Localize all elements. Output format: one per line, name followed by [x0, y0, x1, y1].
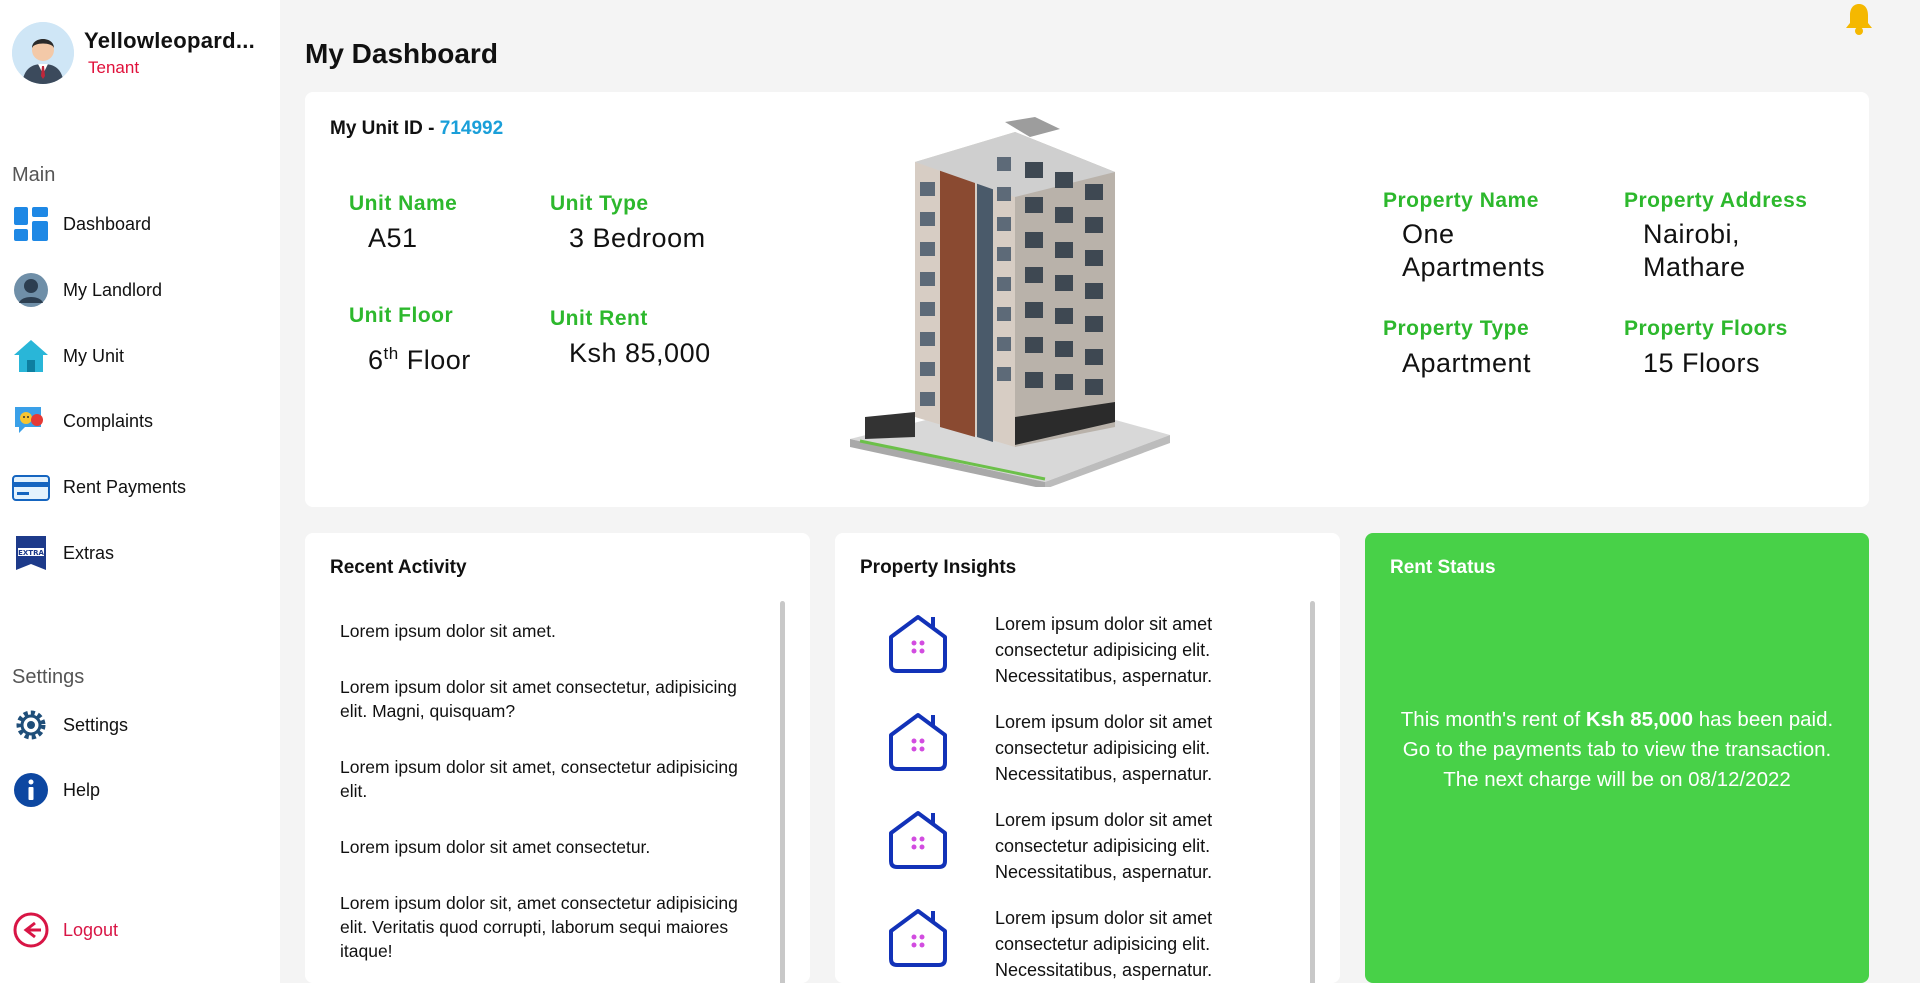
recent-activity-card: Recent Activity Lorem ipsum dolor sit am… [305, 533, 810, 983]
sidebar-item-dashboard[interactable]: Dashboard [12, 204, 151, 244]
property-floors-value: 15 Floors [1643, 348, 1761, 378]
property-insights-card: Property Insights Lorem ipsum dolor sit … [835, 533, 1340, 983]
sidebar: Yellowleopard... Tenant Main Dashboard M… [0, 0, 280, 983]
sidebar-item-help[interactable]: Help [12, 770, 100, 810]
gear-icon [12, 706, 50, 744]
home-icon [12, 337, 50, 375]
rent-amount: Ksh 85,000 [1585, 708, 1693, 731]
user-name: Yellowleopard... [84, 28, 256, 53]
rent-status-title: Rent Status [1390, 557, 1496, 578]
scrollbar[interactable] [1310, 601, 1315, 983]
unit-id: My Unit ID - 714992 [330, 118, 503, 140]
sidebar-item-label: Help [63, 779, 101, 800]
info-icon [12, 771, 50, 809]
credit-card-icon [12, 468, 50, 506]
logout-icon [12, 911, 50, 949]
property-address-value: Nairobi, Mathare [1643, 219, 1746, 282]
logout-button[interactable]: Logout [12, 910, 118, 950]
property-address-label: Property Address [1624, 189, 1808, 212]
unit-type-label: Unit Type [550, 192, 649, 215]
sidebar-item-label: Rent Payments [63, 476, 187, 497]
rent-status-message: This month's rent of Ksh 85,000 has been… [1400, 708, 1834, 791]
unit-name-value: A51 [368, 223, 418, 253]
insight-text: Lorem ipsum dolor sit amet consectetur a… [995, 712, 1213, 784]
property-name-value: One Apartments [1402, 219, 1546, 282]
bell-icon[interactable] [1844, 2, 1874, 36]
sidebar-item-label: Dashboard [63, 213, 152, 234]
list-item: Lorem ipsum dolor sit amet consectetur a… [885, 905, 1305, 983]
user-profile[interactable]: Yellowleopard... Tenant [12, 22, 255, 84]
house-icon [885, 611, 951, 677]
list-item: Lorem ipsum dolor sit amet consectetur a… [885, 709, 1305, 799]
property-type-label: Property Type [1383, 317, 1530, 340]
property-type-value: Apartment [1402, 348, 1532, 378]
sidebar-item-label: My Unit [63, 345, 125, 366]
sidebar-item-label: Extras [63, 542, 115, 563]
unit-type-value: 3 Bedroom [569, 223, 706, 253]
list-item: Lorem ipsum dolor sit amet consectetur. [340, 837, 651, 857]
property-insights-title: Property Insights [860, 557, 1017, 578]
list-item: Lorem ipsum dolor sit amet, consectetur … [340, 757, 738, 801]
unit-id-value[interactable]: 714992 [440, 118, 503, 139]
list-item: Lorem ipsum dolor sit amet consectetur a… [885, 807, 1305, 897]
sidebar-item-complaints[interactable]: Complaints [12, 401, 153, 441]
section-title-main: Main [12, 164, 56, 186]
sidebar-item-my-landlord[interactable]: My Landlord [12, 270, 162, 310]
house-icon [885, 905, 951, 971]
unit-rent-label: Unit Rent [550, 307, 648, 330]
insight-text: Lorem ipsum dolor sit amet consectetur a… [995, 810, 1213, 882]
sidebar-item-label: Settings [63, 714, 129, 735]
extras-icon: EXTRA [12, 534, 50, 572]
sidebar-item-extras[interactable]: EXTRA Extras [12, 533, 114, 573]
unit-name-label: Unit Name [349, 192, 458, 215]
unit-card: My Unit ID - 714992 Unit Name A51 Unit T… [305, 92, 1869, 507]
unit-rent-value: Ksh 85,000 [569, 338, 711, 368]
svg-text:EXTRA: EXTRA [18, 549, 44, 557]
sidebar-item-my-unit[interactable]: My Unit [12, 336, 124, 376]
sidebar-item-settings[interactable]: Settings [12, 705, 128, 745]
insight-text: Lorem ipsum dolor sit amet consectetur a… [995, 908, 1213, 980]
house-icon [885, 807, 951, 873]
rent-status-card: Rent Status This month's rent of Ksh 85,… [1365, 533, 1869, 983]
list-item: Lorem ipsum dolor sit, amet consectetur … [340, 893, 738, 961]
sidebar-item-label: My Landlord [63, 279, 163, 300]
dashboard-icon [12, 205, 50, 243]
page-title: My Dashboard [305, 38, 498, 69]
unit-floor-value: 6th Floor [368, 344, 471, 375]
list-item: Lorem ipsum dolor sit amet consectetur a… [885, 611, 1305, 701]
complaints-icon [12, 402, 50, 440]
building-image [845, 117, 1185, 489]
user-role: Tenant [88, 58, 140, 77]
list-item: Lorem ipsum dolor sit amet consectetur, … [340, 677, 737, 721]
house-icon [885, 709, 951, 775]
section-title-settings: Settings [12, 666, 85, 688]
insight-text: Lorem ipsum dolor sit amet consectetur a… [995, 614, 1213, 686]
avatar [12, 22, 74, 84]
list-item: Lorem ipsum dolor sit amet. [340, 621, 556, 641]
unit-floor-label: Unit Floor [349, 304, 454, 327]
landlord-icon [12, 271, 50, 309]
sidebar-item-label: Complaints [63, 410, 154, 431]
sidebar-item-rent-payments[interactable]: Rent Payments [12, 467, 186, 507]
scrollbar[interactable] [780, 601, 785, 983]
property-floors-label: Property Floors [1624, 317, 1788, 340]
recent-activity-title: Recent Activity [330, 557, 467, 578]
property-name-label: Property Name [1383, 189, 1539, 212]
logout-label: Logout [63, 919, 119, 940]
unit-id-label: My Unit ID - [330, 118, 435, 139]
